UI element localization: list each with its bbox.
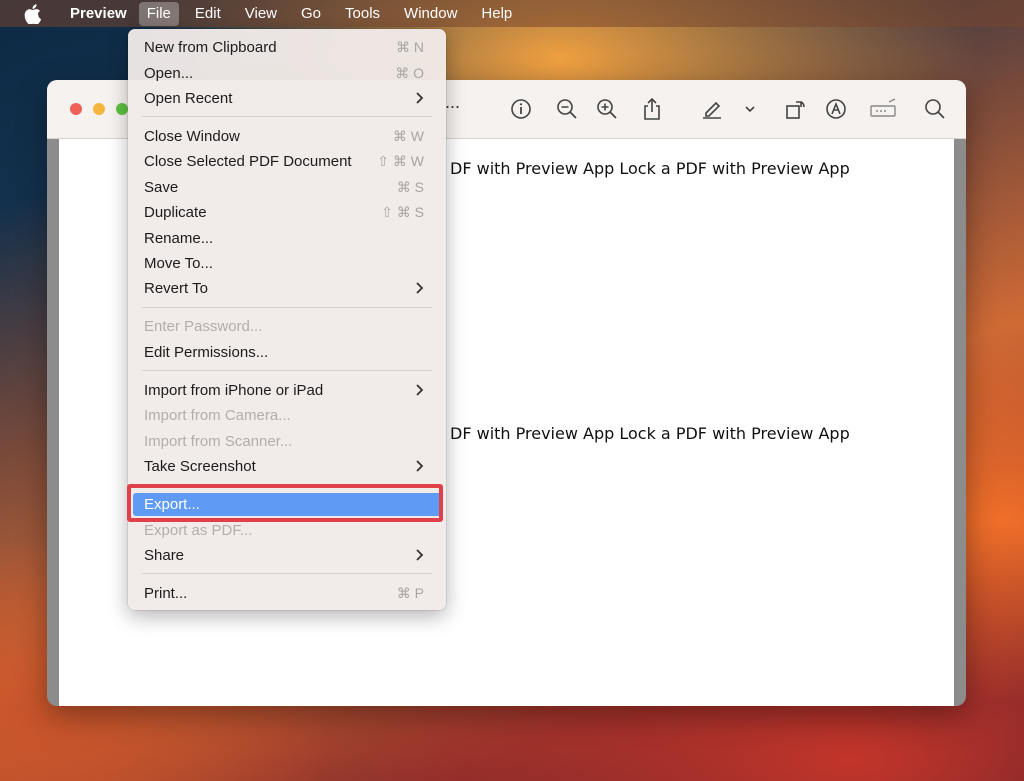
apple-icon[interactable] [22, 3, 42, 24]
chevron-right-icon [416, 92, 424, 104]
chevron-right-icon [416, 549, 424, 561]
rotate-icon[interactable] [784, 97, 808, 121]
menu-item-open-recent[interactable]: Open Recent [133, 87, 441, 110]
menu-separator [142, 370, 432, 371]
menu-item-open[interactable]: Open... ⌘ O [133, 62, 441, 85]
menu-item-label: Close Window [144, 128, 240, 145]
minimize-window-button[interactable] [93, 103, 105, 115]
menu-item-label: Import from Scanner... [144, 433, 293, 450]
document-text-line-1: DF with Preview App Lock a PDF with Prev… [450, 159, 850, 178]
zoom-out-icon[interactable] [555, 97, 579, 121]
menu-item-label: Edit Permissions... [144, 344, 269, 361]
menu-item-rename[interactable]: Rename... [133, 227, 441, 250]
menu-item-move-to[interactable]: Move To... [133, 252, 441, 275]
menu-item-edit-permissions[interactable]: Edit Permissions... [133, 341, 441, 364]
menu-item-close-window[interactable]: Close Window ⌘ W [133, 125, 441, 148]
form-fill-icon[interactable] [869, 97, 899, 121]
close-window-button[interactable] [70, 103, 82, 115]
menu-item-enter-password: Enter Password... [133, 315, 441, 338]
menu-item-label: Move To... [144, 255, 213, 272]
shortcut-label: ⇧ ⌘ S [381, 204, 424, 220]
shortcut-label: ⌘ W [392, 128, 424, 144]
menu-go[interactable]: Go [293, 2, 329, 26]
shortcut-label: ⇧ ⌘ W [377, 153, 424, 169]
search-icon[interactable] [923, 97, 947, 121]
menu-item-label: Close Selected PDF Document [144, 153, 352, 170]
shortcut-label: ⌘ N [396, 39, 424, 55]
menu-view[interactable]: View [237, 2, 285, 26]
menu-file[interactable]: File [138, 1, 179, 26]
menu-separator [142, 573, 432, 574]
menu-item-label: Import from Camera... [144, 407, 291, 424]
highlight-icon[interactable] [700, 97, 724, 121]
shortcut-label: ⌘ S [396, 179, 424, 195]
menu-item-label: Open Recent [144, 90, 233, 107]
share-icon[interactable] [640, 97, 664, 121]
document-text-line-2: DF with Preview App Lock a PDF with Prev… [450, 424, 850, 443]
menu-item-label: Open... [144, 65, 194, 82]
menu-item-share[interactable]: Share [133, 544, 441, 567]
menu-separator [142, 116, 432, 117]
markup-icon[interactable] [824, 97, 848, 121]
chevron-right-icon [416, 384, 424, 396]
chevron-down-icon[interactable] [743, 97, 757, 121]
menu-item-close-selected-pdf[interactable]: Close Selected PDF Document ⇧ ⌘ W [133, 150, 441, 173]
shortcut-label: ⌘ P [396, 585, 424, 601]
zoom-in-icon[interactable] [595, 97, 619, 121]
menu-separator [142, 307, 432, 308]
menu-item-import-scanner: Import from Scanner... [133, 430, 441, 453]
menu-item-label: Rename... [144, 230, 214, 247]
menu-item-label: Duplicate [144, 204, 207, 221]
menu-item-new-from-clipboard[interactable]: New from Clipboard ⌘ N [133, 36, 441, 59]
menu-item-import-camera: Import from Camera... [133, 404, 441, 427]
chevron-right-icon [416, 460, 424, 472]
menu-item-label: New from Clipboard [144, 39, 277, 56]
menu-item-label: Export as PDF... [144, 522, 253, 539]
menu-item-save[interactable]: Save ⌘ S [133, 176, 441, 199]
shortcut-label: ⌘ O [395, 65, 424, 81]
menu-item-revert-to[interactable]: Revert To [133, 277, 441, 300]
chevron-right-icon [416, 282, 424, 294]
export-highlight-annotation [127, 484, 443, 522]
info-icon[interactable] [509, 97, 533, 121]
menu-item-label: Save [144, 179, 179, 196]
menu-item-label: Import from iPhone or iPad [144, 382, 324, 399]
menu-item-import-iphone[interactable]: Import from iPhone or iPad [133, 379, 441, 402]
menu-item-label: Revert To [144, 280, 208, 297]
zoom-window-button[interactable] [116, 103, 128, 115]
menu-item-duplicate[interactable]: Duplicate ⇧ ⌘ S [133, 201, 441, 224]
menu-item-export-as-pdf: Export as PDF... [133, 519, 441, 542]
menu-item-label: Share [144, 547, 185, 564]
menu-item-label: Print... [144, 585, 188, 602]
menu-item-take-screenshot[interactable]: Take Screenshot [133, 455, 441, 478]
menu-item-label: Take Screenshot [144, 458, 256, 475]
menu-edit[interactable]: Edit [187, 2, 229, 26]
menu-window[interactable]: Window [396, 2, 465, 26]
menu-item-print[interactable]: Print... ⌘ P [133, 582, 441, 605]
menu-item-label: Enter Password... [144, 318, 263, 335]
window-title: ... [445, 92, 461, 112]
menu-app-name[interactable]: Preview [62, 2, 135, 26]
menu-help[interactable]: Help [473, 2, 520, 26]
menu-bar: Preview File Edit View Go Tools Window H… [0, 0, 1024, 27]
file-menu-dropdown: New from Clipboard ⌘ N Open... ⌘ O Open … [128, 29, 446, 610]
menu-tools[interactable]: Tools [337, 2, 388, 26]
